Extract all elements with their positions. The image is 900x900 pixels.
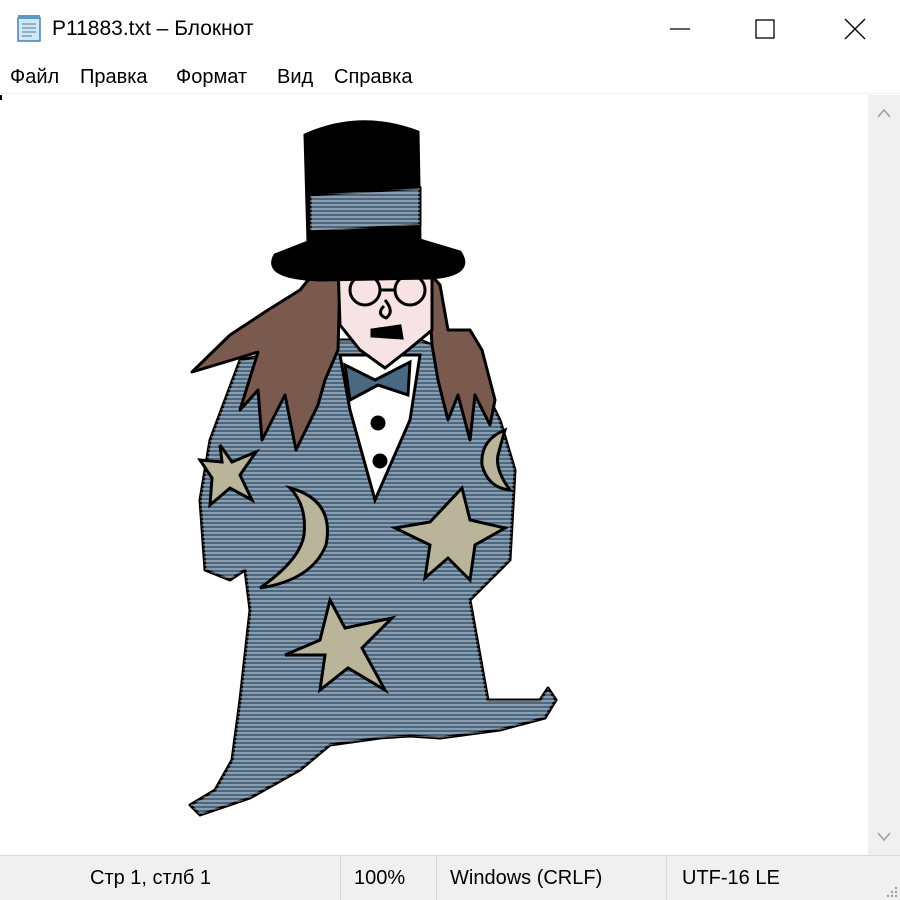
text-cursor [0, 95, 2, 100]
menu-view[interactable]: Вид [277, 64, 313, 90]
menu-help[interactable]: Справка [334, 64, 412, 90]
minimize-button[interactable] [635, 0, 725, 58]
close-button[interactable] [810, 0, 900, 58]
menu-bar: Файл Правка Формат Вид Справка [0, 58, 900, 94]
menu-edit[interactable]: Правка [80, 64, 148, 90]
status-separator [666, 856, 667, 900]
maximize-button[interactable] [720, 0, 810, 58]
scroll-up-button[interactable] [868, 95, 900, 131]
status-bar: Стр 1, стлб 1 100% Windows (CRLF) UTF-16… [0, 855, 900, 900]
minimize-icon [670, 28, 690, 30]
status-cursor-position: Стр 1, стлб 1 [90, 867, 212, 889]
chevron-down-icon [877, 832, 891, 842]
status-separator [340, 856, 341, 900]
status-encoding: UTF-16 LE [682, 867, 780, 889]
scroll-down-button[interactable] [868, 819, 900, 855]
chevron-up-icon [877, 108, 891, 118]
menu-file[interactable]: Файл [10, 64, 59, 90]
menu-format[interactable]: Формат [176, 64, 247, 90]
notepad-icon [17, 15, 41, 42]
status-zoom: 100% [354, 867, 406, 889]
text-editor-area[interactable] [0, 95, 868, 855]
resize-grip-icon[interactable] [884, 884, 898, 898]
status-separator [436, 856, 437, 900]
ascii-art-wizard [188, 120, 558, 817]
wizard-top-hat [271, 120, 466, 282]
vertical-scrollbar[interactable] [868, 95, 900, 855]
window-title: P11883.txt – Блокнот [52, 17, 254, 40]
status-line-endings: Windows (CRLF) [450, 867, 603, 889]
close-icon [844, 18, 866, 40]
maximize-icon [755, 19, 775, 39]
title-bar[interactable]: P11883.txt – Блокнот [0, 0, 900, 58]
